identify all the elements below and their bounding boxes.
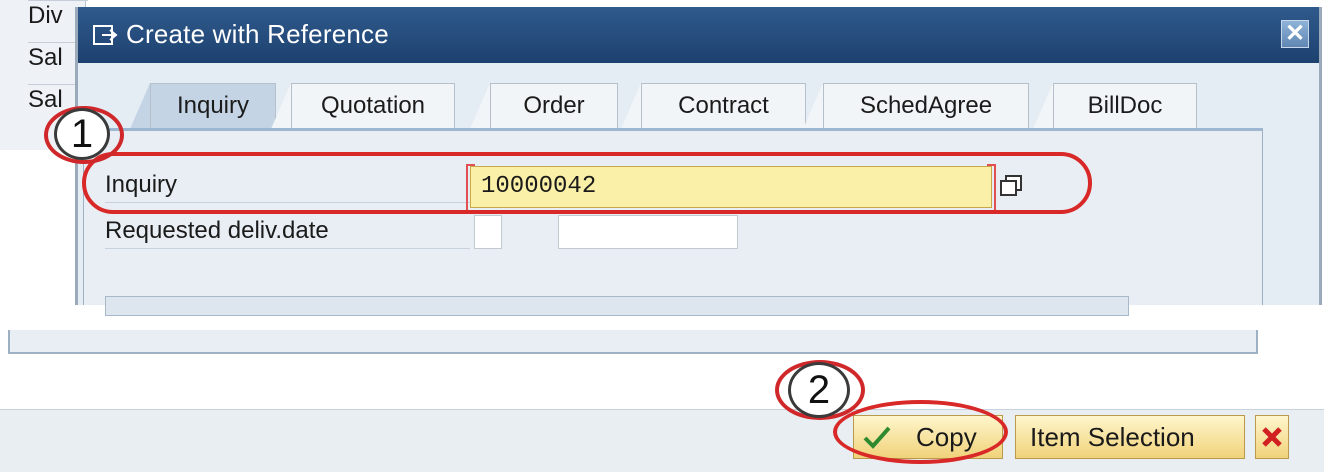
tab-billdoc[interactable]: BillDoc <box>1053 83 1197 129</box>
step-2-callout: 2 <box>788 362 850 418</box>
inner-group-box <box>105 296 1129 316</box>
tab-edge <box>803 83 823 129</box>
cancel-icon <box>1262 427 1282 447</box>
requested-delivery-date-input[interactable] <box>558 215 738 249</box>
tab-schedagree[interactable]: SchedAgree <box>823 83 1029 129</box>
item-selection-button[interactable]: Item Selection <box>1015 415 1245 459</box>
tab-quotation[interactable]: Quotation <box>291 83 455 129</box>
tab-label: Inquiry <box>176 92 250 119</box>
delivery-date-type-field[interactable] <box>474 215 502 249</box>
tab-label: Quotation <box>320 92 426 119</box>
tab-label: Contract <box>678 92 769 119</box>
dialog-titlebar[interactable]: Create with Reference ✕ <box>78 7 1319 63</box>
dialog-title: Create with Reference <box>126 19 389 49</box>
create-reference-icon <box>93 25 118 45</box>
close-icon[interactable]: ✕ <box>1281 20 1309 48</box>
tab-label: Order <box>523 92 585 119</box>
dialog-lower-panel <box>8 330 1258 354</box>
tab-inquiry[interactable]: Inquiry <box>150 83 276 129</box>
tab-order[interactable]: Order <box>490 83 618 129</box>
tab-edge <box>271 83 291 129</box>
tab-edge <box>621 83 641 129</box>
step-1-callout: 1 <box>54 108 110 160</box>
tab-edge <box>1033 83 1053 129</box>
annotation-highlight-inquiry <box>82 152 1092 214</box>
tab-label: SchedAgree <box>859 92 993 119</box>
cancel-button[interactable] <box>1255 415 1289 459</box>
requested-delivery-label: Requested deliv.date <box>105 217 329 244</box>
tab-edge <box>130 83 150 129</box>
tab-edge <box>470 83 490 129</box>
tab-label: BillDoc <box>1087 92 1163 119</box>
item-selection-label: Item Selection <box>1030 422 1195 452</box>
requested-delivery-row: Requested deliv.date <box>105 214 470 249</box>
annotation-highlight-copy <box>833 400 1008 464</box>
tab-contract[interactable]: Contract <box>641 83 806 129</box>
